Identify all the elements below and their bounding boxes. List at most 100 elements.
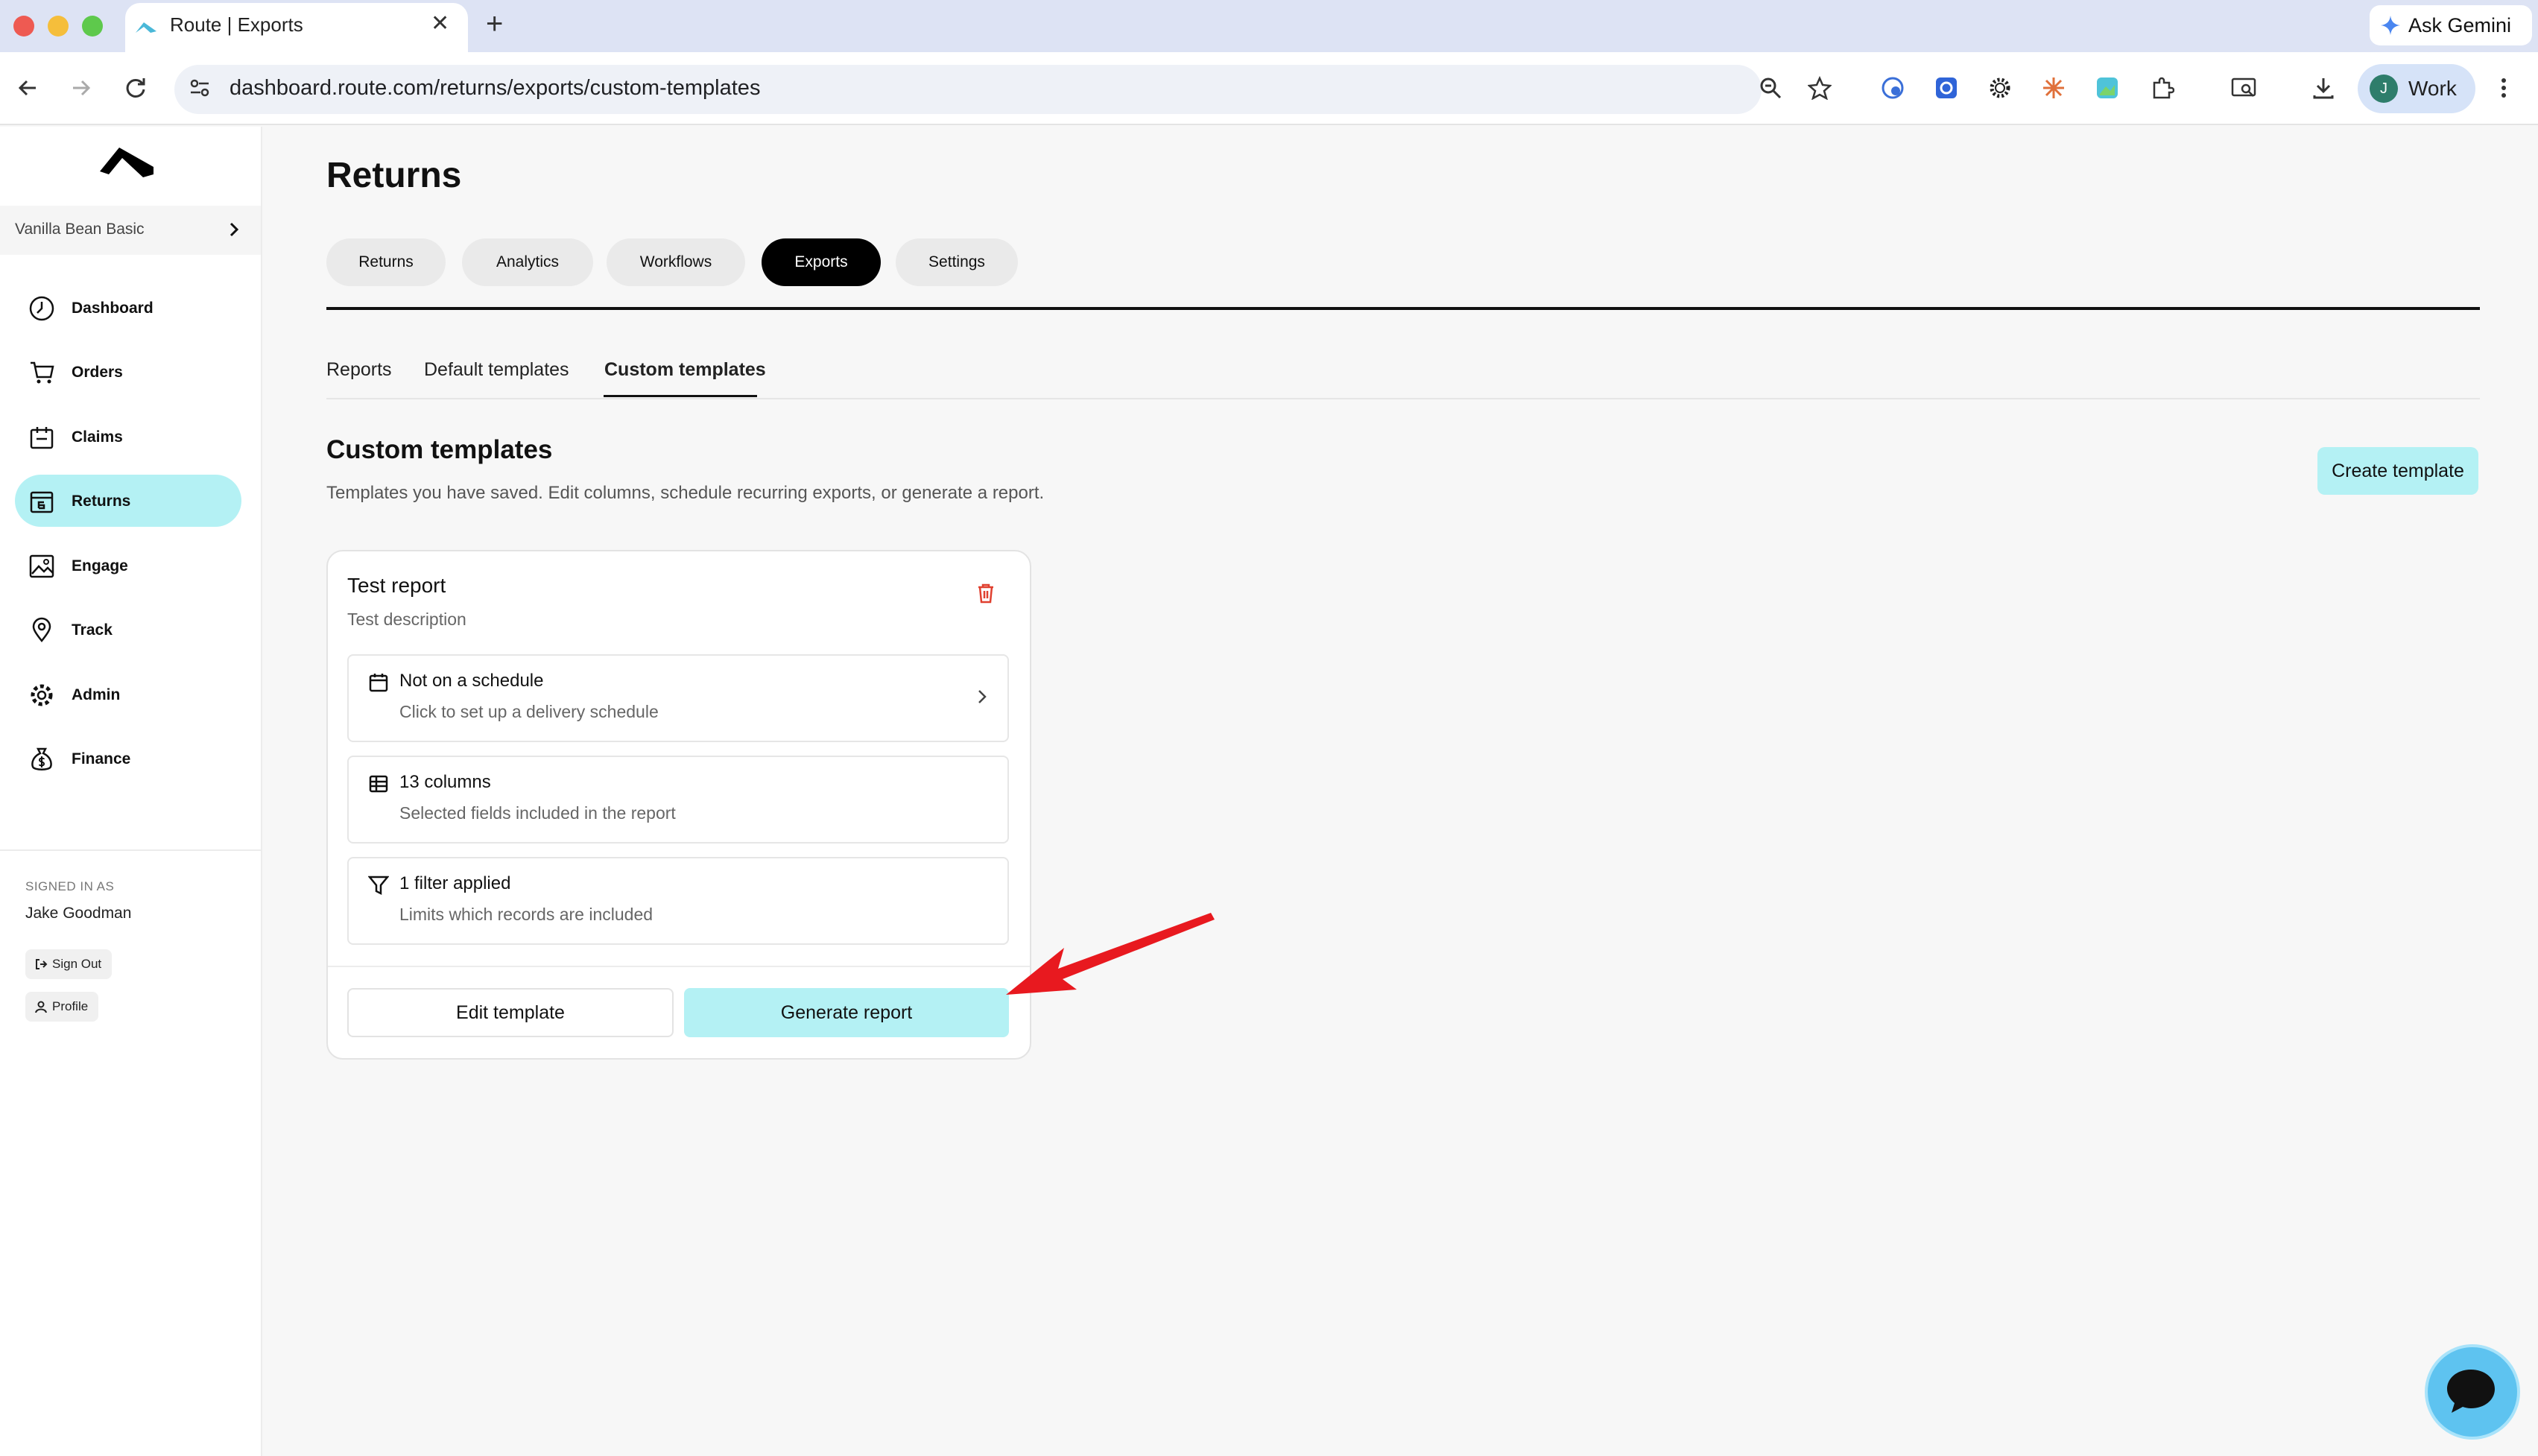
sidebar-divider [0,849,262,851]
extension-3-icon[interactable] [1988,76,2012,100]
extension-5-icon[interactable] [2095,76,2119,100]
sidebar-item-returns[interactable]: Returns [15,475,241,527]
tab-workflows[interactable]: Workflows [607,238,745,286]
row-subtitle: Click to set up a delivery schedule [399,702,659,721]
profile-avatar: J [2370,75,2398,103]
row-title: Not on a schedule [399,671,544,691]
bookmark-star-icon[interactable] [1808,76,1832,100]
extension-4-icon[interactable] [2042,76,2066,100]
tab-label: Workflows [639,253,712,270]
profile-label: Work [2408,77,2457,100]
user-name: Jake Goodman [25,905,132,922]
calendar-icon [368,672,389,693]
tab-label: Returns [358,253,414,270]
subtab-reports[interactable]: Reports [326,359,392,381]
tab-label: Exports [794,253,848,270]
subtabs-divider [326,398,2480,399]
sidebar-item-label: Finance [72,750,131,767]
sidebar-item-claims[interactable]: Claims [15,411,241,463]
sidebar-item-finance[interactable]: Finance [15,732,241,785]
sidebar-item-engage[interactable]: Engage [15,539,241,592]
sidebar-item-label: Claims [72,428,123,446]
create-template-button[interactable]: Create template [2317,447,2478,495]
user-icon [35,1001,47,1013]
row-subtitle: Selected fields included in the report [399,803,676,823]
sidebar-item-label: Engage [72,557,128,575]
extension-1-icon[interactable] [1881,76,1905,100]
trash-icon[interactable] [976,583,996,604]
template-description: Test description [347,610,466,629]
template-title: Test report [347,574,446,597]
row-title: 1 filter applied [399,873,511,893]
edit-template-button[interactable]: Edit template [347,988,674,1037]
sidebar-item-track[interactable]: Track [15,604,241,656]
sidebar-item-label: Returns [72,493,131,510]
table-icon [368,773,389,794]
tab-label: Analytics [496,253,560,270]
subtab-default-templates[interactable]: Default templates [424,359,569,381]
back-icon[interactable] [15,75,42,101]
schedule-row[interactable]: Not on a schedule Click to set up a deli… [347,654,1009,742]
location-pin-icon [28,617,55,644]
sidebar-item-label: Orders [72,364,123,381]
new-tab-icon[interactable]: + [486,7,503,41]
subtab-custom-templates[interactable]: Custom templates [604,359,766,381]
tab-analytics[interactable]: Analytics [462,238,593,286]
generate-report-button[interactable]: Generate report [684,988,1009,1037]
download-icon[interactable] [2311,76,2335,100]
chevron-right-icon [227,219,241,240]
route-logo-icon[interactable] [100,145,155,182]
chat-bubble-icon [2447,1370,2495,1413]
chat-launcher-button[interactable] [2425,1344,2520,1440]
subtab-active-indicator [604,395,757,397]
browser-menu-icon[interactable] [2499,76,2523,100]
profile-link-button[interactable]: Profile [25,992,99,1022]
window-zoom-button[interactable] [82,16,103,37]
cart-icon [28,359,55,386]
tab-search-icon[interactable] [2231,76,2256,100]
org-name: Vanilla Bean Basic [15,221,145,238]
sidebar-item-label: Track [72,621,113,639]
url-text[interactable]: dashboard.route.com/returns/exports/cust… [230,76,760,101]
returns-icon [28,488,55,515]
tab-returns[interactable]: Returns [326,238,446,286]
columns-row[interactable]: 13 columns Selected fields included in t… [347,756,1009,843]
tab-exports[interactable]: Exports [762,238,881,286]
card-divider [328,966,1030,967]
sidebar-item-admin[interactable]: Admin [15,668,241,721]
sidebar-item-dashboard[interactable]: Dashboard [15,282,241,334]
tab-close-icon[interactable]: ✕ [431,10,449,37]
section-description: Templates you have saved. Edit columns, … [326,483,1045,503]
ask-gemini-button[interactable]: Ask Gemini [2370,5,2532,45]
reload-icon[interactable] [122,75,149,101]
section-title: Custom templates [326,435,553,464]
signed-in-label: SIGNED IN AS [25,879,115,893]
zoom-icon[interactable] [1759,76,1782,100]
filter-icon [368,875,389,896]
window-close-button[interactable] [13,16,34,37]
tab-settings[interactable]: Settings [896,238,1018,286]
row-subtitle: Limits which records are included [399,905,654,924]
route-favicon-icon [134,16,158,37]
money-bag-icon [28,746,55,773]
extension-2-icon[interactable] [1934,76,1958,100]
extensions-puzzle-icon[interactable] [2151,76,2174,100]
row-title: 13 columns [399,772,491,792]
gemini-sparkle-icon [2381,16,2400,35]
forward-icon[interactable] [67,75,94,101]
sign-out-icon [36,959,48,969]
profile-button[interactable]: J Work [2358,64,2475,113]
sign-out-button[interactable]: Sign Out [25,949,113,979]
filters-row[interactable]: 1 filter applied Limits which records ar… [347,857,1009,945]
sidebar-item-orders[interactable]: Orders [15,346,241,398]
image-icon [28,553,55,580]
edit-template-label: Edit template [456,1001,565,1023]
chevron-right-icon [976,687,988,706]
sidebar-item-label: Dashboard [72,300,154,317]
page-title: Returns [326,156,462,195]
window-minimize-button[interactable] [48,16,69,37]
annotation-arrow-icon [999,902,1222,1006]
site-settings-icon[interactable] [188,76,212,100]
gear-icon [28,682,55,709]
claims-icon [28,424,55,451]
